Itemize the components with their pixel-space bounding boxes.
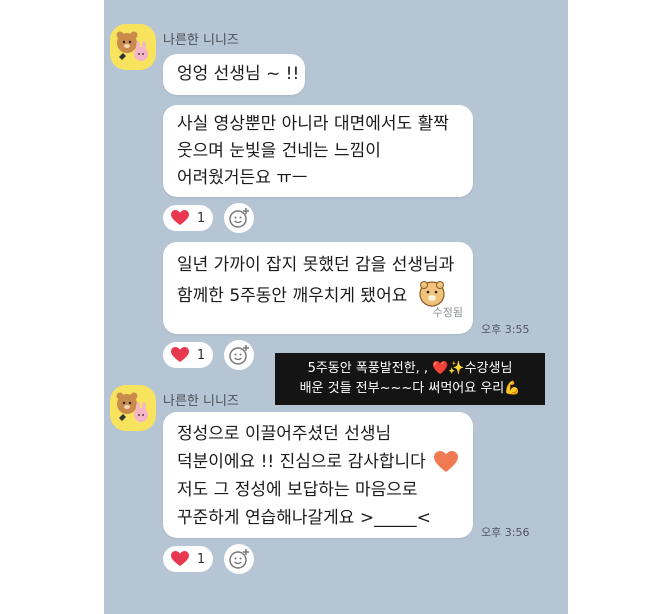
reaction-count: 1: [196, 551, 206, 567]
message-bubble[interactable]: 사실 영상뿐만 아니라 대면에서도 활짝 웃으며 눈빛을 건네는 느낌이 어려웠…: [163, 105, 473, 197]
heart-icon: [170, 347, 189, 362]
orange-heart-icon: [434, 451, 458, 472]
message-bubble[interactable]: 정성으로 이끌어주셨던 선생님 덕분이에요 !! 진심으로 감사합니다 저도 그…: [163, 412, 473, 538]
edited-label: 수정됨: [432, 306, 463, 319]
reaction-count: 1: [196, 347, 206, 363]
message-text: 어려웠거든요 ㅠㅡ: [177, 168, 308, 188]
heart-icon: [170, 210, 189, 225]
message-bubble[interactable]: 엉엉 선생님 ~ !!: [163, 54, 305, 95]
bear-character-icon: [116, 31, 148, 61]
message-timestamp: 오후 3:55: [481, 323, 530, 336]
message-timestamp: 오후 3:56: [481, 526, 530, 539]
heart-reaction[interactable]: 1: [163, 546, 213, 572]
add-reaction-button[interactable]: [224, 340, 254, 370]
add-emoji-icon: [229, 549, 249, 569]
message-text: 저도 그 정성에 보답하는 마음으로: [177, 480, 418, 500]
add-emoji-icon: [229, 345, 249, 365]
reaction-count: 1: [196, 210, 206, 226]
add-emoji-icon: [229, 208, 249, 228]
message-text: 꾸준하게 연습해나갈게요 >_____<: [177, 508, 431, 528]
video-caption-overlay: 5주동안 폭풍발전한, , ❤️✨수강생님 배운 것들 전부~~~다 써먹어요 …: [275, 353, 545, 405]
message-text: 엉엉 선생님 ~ !!: [177, 64, 300, 84]
caption-text: 5주동안 폭풍발전한, , ❤️✨수강생님: [307, 361, 513, 376]
sender-avatar[interactable]: [110, 24, 156, 70]
heart-reaction[interactable]: 1: [163, 205, 213, 231]
sender-name: 나른한 니니즈: [163, 33, 239, 48]
add-reaction-button[interactable]: [224, 544, 254, 574]
heart-icon: [170, 551, 189, 566]
message-text: 사실 영상뿐만 아니라 대면에서도 활짝: [177, 114, 449, 134]
message-text: 웃으며 눈빛을 건네는 느낌이: [177, 141, 381, 161]
message-bubble[interactable]: 일년 가까이 잡지 못했던 감을 선생님과 함께한 5주동안 깨우치게 됐어요 …: [163, 242, 473, 334]
add-reaction-button[interactable]: [224, 203, 254, 233]
sender-name: 나른한 니니즈: [163, 394, 239, 409]
chat-window: 나른한 니니즈 엉엉 선생님 ~ !! 사실 영상뿐만 아니라 대면에서도 활짝…: [104, 0, 568, 614]
message-text: 덕분이에요 !! 진심으로 감사합니다: [177, 452, 426, 472]
heart-reaction[interactable]: 1: [163, 342, 213, 368]
caption-text: 배운 것들 전부~~~다 써먹어요 우리💪: [299, 381, 521, 396]
sender-avatar[interactable]: [110, 385, 156, 431]
bear-character-icon: [116, 392, 148, 422]
message-text: 정성으로 이끌어주셨던 선생님: [177, 424, 392, 444]
message-text: 일년 가까이 잡지 못했던 감을 선생님과: [177, 255, 455, 275]
